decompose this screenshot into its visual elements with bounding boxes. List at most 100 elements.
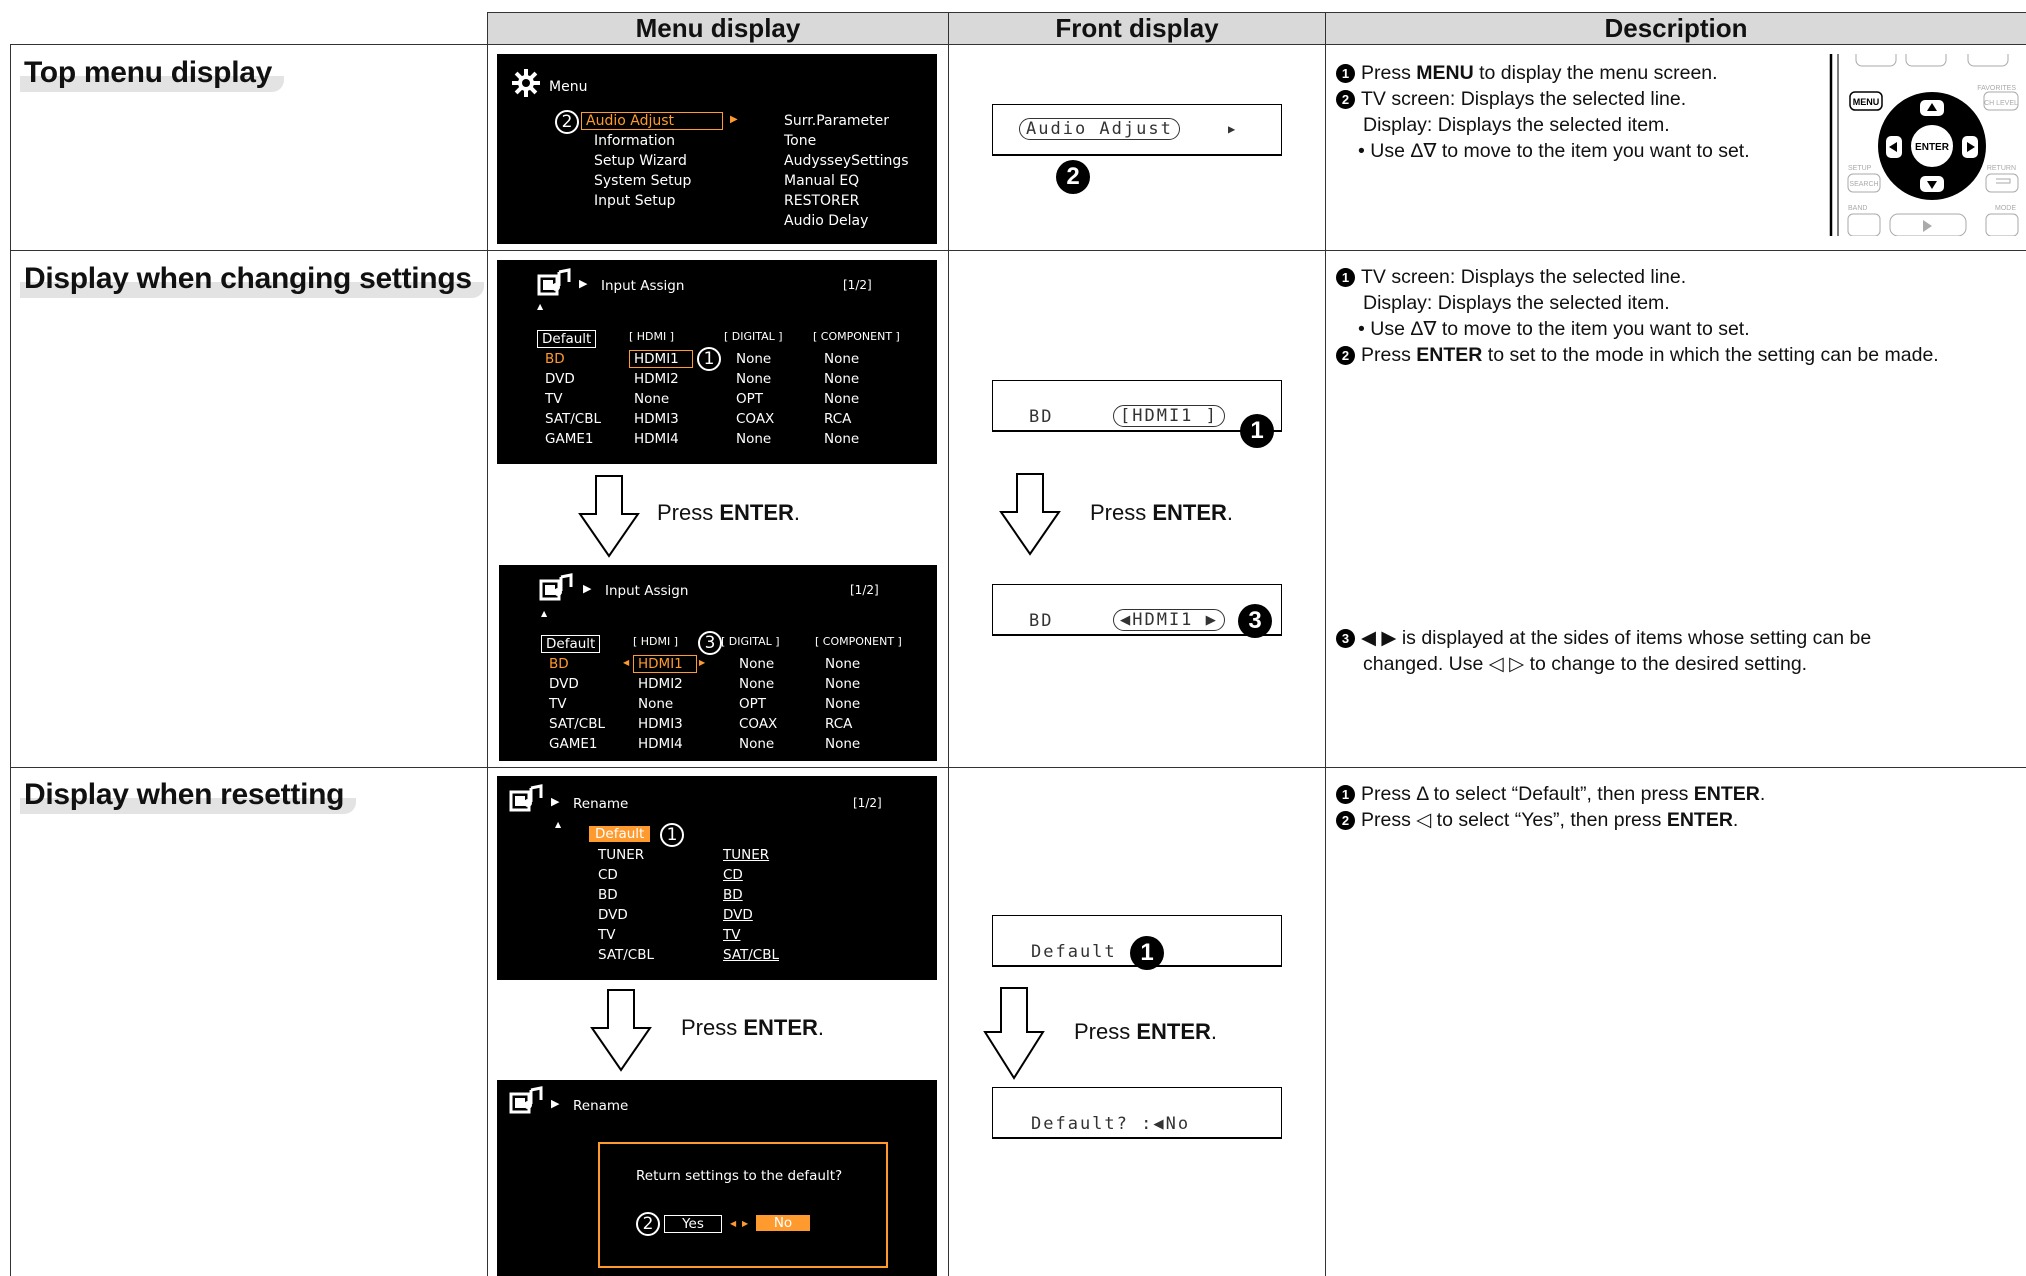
hdmi-value-editing[interactable]: HDMI1	[633, 655, 697, 673]
source-label: BD	[545, 351, 565, 367]
table-cell: HDMI4	[638, 736, 683, 752]
screen-title: Rename	[573, 796, 629, 812]
submenu-item[interactable]: Manual EQ	[784, 173, 859, 189]
header-description: Description	[1326, 12, 2026, 44]
input-assign-screen-before: ▶ Input Assign [1/2] ▲ Default [ HDMI ] …	[497, 260, 937, 464]
right-arrow-icon: ▶	[742, 1219, 749, 1228]
down-arrow-icon	[578, 475, 640, 558]
default-button-selected[interactable]: Default	[589, 826, 651, 842]
svg-text:BAND: BAND	[1848, 205, 1867, 212]
hdmi-value-selected[interactable]: HDMI1	[629, 350, 693, 368]
table-cell: None	[825, 676, 861, 692]
table-cell: HDMI4	[634, 431, 679, 447]
rename-field[interactable]: TUNER	[723, 847, 819, 863]
menu-item-information[interactable]: Information	[594, 133, 675, 149]
header-menu-display: Menu display	[488, 12, 948, 44]
table-cell: COAX	[739, 716, 778, 732]
table-cell: None	[825, 656, 861, 672]
table-cell: None	[824, 431, 860, 447]
table-cell: RCA	[824, 411, 852, 427]
default-button[interactable]: Default	[541, 635, 601, 653]
input-assign-screen-after: ▶ Input Assign [1/2] ▲ Default [ HDMI ] …	[499, 565, 937, 761]
svg-text:MODE: MODE	[1995, 205, 2016, 212]
front-display-top: Audio Adjust ▶	[992, 104, 1282, 156]
rename-confirm-screen: ▶ Rename Return settings to the default?…	[497, 1080, 937, 1276]
description-changing: 1 TV screen: Displays the selected line. …	[1336, 264, 1939, 368]
breadcrumb-arrow-icon: ▶	[551, 795, 560, 808]
press-enter-instruction: Press ENTER.	[1074, 1019, 1218, 1044]
down-arrow-icon	[983, 987, 1045, 1080]
default-button[interactable]: Default	[537, 330, 597, 348]
submenu-item[interactable]: Audio Delay	[784, 213, 868, 229]
menu-item-audio-adjust[interactable]: Audio Adjust	[581, 112, 723, 130]
table-cell: None	[634, 391, 670, 407]
left-arrow-icon: ◀	[623, 658, 630, 667]
section-title-top-menu: Top menu display	[20, 56, 285, 92]
source-label: SAT/CBL	[549, 716, 606, 732]
screen-title: Rename	[573, 1098, 629, 1114]
description-resetting: 1 Press Δ to select “Default”, then press…	[1336, 781, 1765, 833]
down-arrow-icon	[999, 473, 1061, 556]
rename-field[interactable]: BD	[723, 887, 819, 903]
source-label: TUNER	[598, 847, 645, 863]
menu-item-input-setup[interactable]: Input Setup	[594, 193, 675, 209]
table-cell: HDMI2	[634, 371, 679, 387]
step-1-icon: 1	[1336, 268, 1355, 287]
source-label: BD	[549, 656, 569, 672]
breadcrumb-arrow-icon: ▶	[551, 1097, 560, 1110]
remote-control-illustration: MENU FAVORITES CH LEVEL ENTER SETUP SEAR…	[1828, 54, 2026, 236]
page-indicator: [1/2]	[853, 796, 882, 810]
menu-item-system-setup[interactable]: System Setup	[594, 173, 691, 189]
table-cell: None	[825, 736, 861, 752]
table-cell: COAX	[736, 411, 775, 427]
right-arrow-icon: ▶	[699, 658, 706, 667]
marker-3-badge: 3	[1238, 604, 1272, 638]
marker-2-badge: 2	[1056, 160, 1090, 194]
table-cell: None	[824, 371, 860, 387]
scroll-up-icon: ▲	[541, 609, 548, 618]
marker-1: 1	[697, 347, 721, 371]
confirm-dialog: Return settings to the default? 2 Yes ◀ …	[598, 1142, 888, 1268]
source-label: DVD	[598, 907, 628, 923]
lcd-item: Default	[1031, 942, 1117, 962]
menu-title: Menu	[549, 79, 588, 95]
front-display-changing-after: BD ◀HDMI1 ▶	[992, 584, 1282, 636]
rename-field[interactable]: CD	[723, 867, 819, 883]
screen-title: Input Assign	[605, 583, 689, 599]
scroll-up-icon: ▲	[555, 820, 562, 829]
rename-field[interactable]: DVD	[723, 907, 819, 923]
down-arrow-icon	[590, 989, 652, 1072]
lcd-item: Audio Adjust	[1019, 118, 1180, 140]
top-menu-screen: Menu 2 Audio Adjust ▶ Information Setup …	[497, 54, 937, 244]
rename-field[interactable]: SAT/CBL	[723, 947, 819, 963]
svg-text:SETUP: SETUP	[1848, 165, 1872, 172]
submenu-item[interactable]: Tone	[784, 133, 816, 149]
no-button-selected[interactable]: No	[756, 1215, 810, 1231]
marker-2: 2	[555, 110, 579, 134]
yes-button[interactable]: Yes	[664, 1215, 722, 1233]
menu-item-setup-wizard[interactable]: Setup Wizard	[594, 153, 687, 169]
submenu-item[interactable]: AudysseySettings	[784, 153, 909, 169]
source-label: BD	[598, 887, 618, 903]
column-header: [ COMPONENT ]	[813, 330, 900, 343]
lcd-right-arrow-icon: ▶	[1228, 122, 1238, 136]
source-label: GAME1	[545, 431, 594, 447]
table-cell: OPT	[739, 696, 767, 712]
lcd-source: BD	[1029, 611, 1054, 631]
scroll-up-icon: ▲	[537, 302, 544, 311]
svg-text:FAVORITES: FAVORITES	[1977, 85, 2016, 92]
lcd-source: BD	[1029, 407, 1054, 427]
rename-field[interactable]: TV	[723, 927, 819, 943]
column-header: [ HDMI ]	[633, 635, 679, 648]
page-indicator: [1/2]	[850, 583, 879, 597]
submenu-item[interactable]: Surr.Parameter	[784, 113, 889, 129]
description-top: 1 Press MENU to display the menu screen. …	[1336, 60, 1750, 164]
source-label: SAT/CBL	[598, 947, 655, 963]
selection-arrow-icon: ▶	[730, 114, 738, 125]
marker-1-badge: 1	[1130, 936, 1164, 970]
table-cell: None	[739, 676, 775, 692]
gear-icon	[512, 69, 540, 97]
source-label: SAT/CBL	[545, 411, 602, 427]
submenu-item[interactable]: RESTORER	[784, 193, 859, 209]
svg-text:SEARCH: SEARCH	[1849, 181, 1878, 188]
